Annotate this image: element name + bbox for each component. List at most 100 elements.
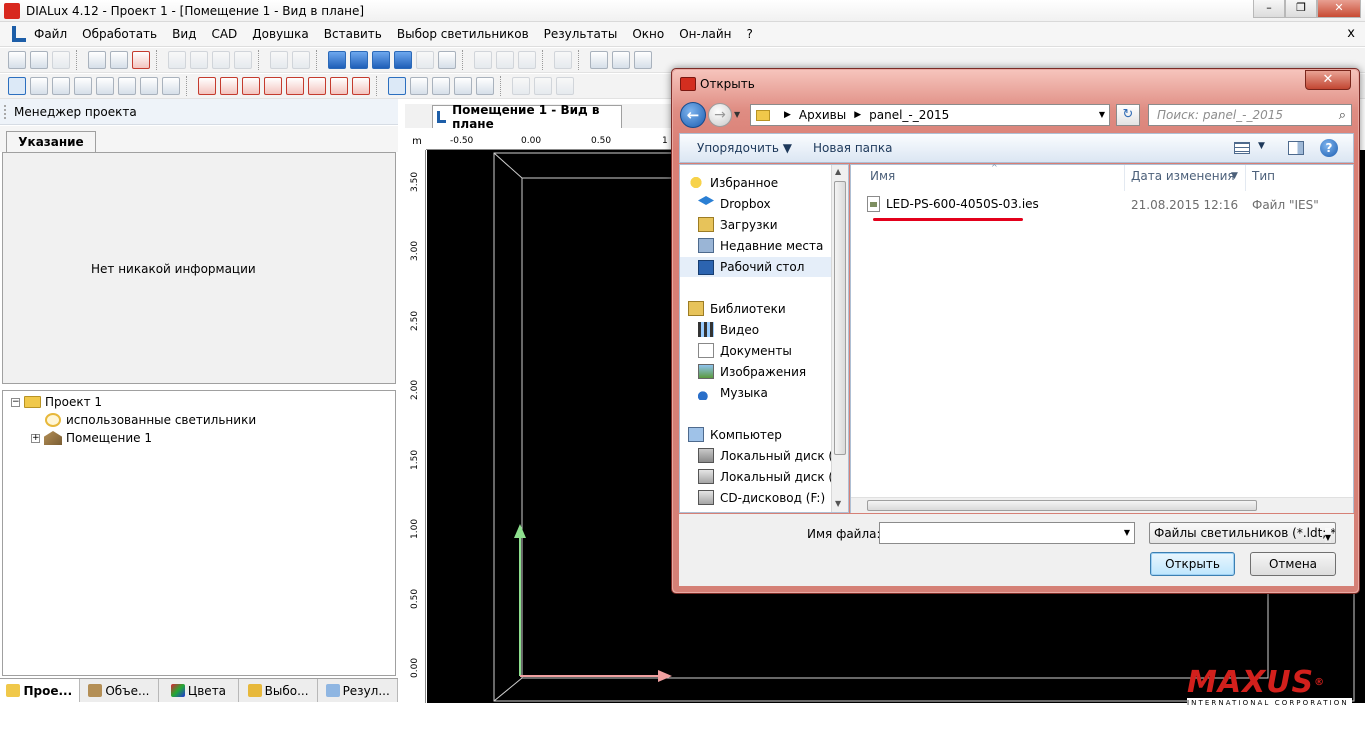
dxf-icon[interactable] [264,77,282,95]
calc-point-icon[interactable] [220,77,238,95]
calc-grid-icon[interactable] [198,77,216,95]
tree-item-used-luminaires[interactable]: использованные светильники [45,413,256,427]
address-dropdown[interactable]: ▼ [1099,110,1105,119]
search-input[interactable]: Поиск: panel_-_2015 ⌕ [1148,104,1352,126]
tab-plan-view[interactable]: Помещение 1 - Вид в плане [432,103,622,131]
views-icon[interactable] [1234,142,1250,154]
search-tool-icon[interactable] [140,77,158,95]
document-icon[interactable] [12,26,26,42]
save-icon[interactable] [52,51,70,69]
luminaire-select-icon[interactable] [30,77,48,95]
zoom-icon[interactable] [410,77,428,95]
collapse-icon[interactable]: − [11,397,20,407]
menu-window[interactable]: Окно [632,27,664,41]
insert-item-icon[interactable] [634,51,652,69]
arrange-tool-icon[interactable] [52,77,70,95]
view-3d-icon[interactable] [328,51,346,69]
select-tool-icon[interactable] [8,77,26,95]
refresh-button[interactable]: ↻ [1116,104,1140,126]
column-header-name[interactable]: Имя [870,169,895,183]
nav-recent-places[interactable]: Недавние места [698,238,823,253]
pan-hand-icon[interactable] [454,77,472,95]
nav-video[interactable]: Видео [698,322,759,337]
insert-object-icon[interactable] [590,51,608,69]
rotate-tool-icon[interactable] [96,77,114,95]
nav-dropbox[interactable]: Dropbox [698,196,771,211]
menu-edit[interactable]: Обработать [82,27,157,41]
filename-dropdown-icon[interactable]: ▼ [1124,528,1130,537]
print-preview-icon[interactable] [110,51,128,69]
menu-cad[interactable]: CAD [211,27,237,41]
nav-disk-c[interactable]: Локальный диск (С [698,448,841,463]
calc-area-icon[interactable] [242,77,260,95]
calc-mm-icon[interactable] [308,77,326,95]
nav-desktop[interactable]: Рабочий стол [680,257,832,277]
help-icon[interactable]: ? [1320,139,1338,157]
restore-button[interactable]: ❐ [1285,0,1317,18]
calc-ugr-icon[interactable] [330,77,348,95]
front-view-icon[interactable] [372,51,390,69]
tool-icon[interactable] [474,51,492,69]
nav-downloads[interactable]: Загрузки [698,217,778,232]
tree-item-room[interactable]: + Помещение 1 [31,431,152,445]
nav-documents[interactable]: Документы [698,343,792,358]
menu-view[interactable]: Вид [172,27,196,41]
menu-insert[interactable]: Вставить [324,27,382,41]
orbit-icon[interactable] [432,77,450,95]
forward-button[interactable]: → [708,103,732,127]
delete-icon[interactable] [234,51,252,69]
close-button[interactable]: ✕ [1317,0,1361,18]
filename-input[interactable]: ▼ [879,522,1135,544]
menu-results[interactable]: Результаты [544,27,618,41]
scroll-thumb[interactable] [834,181,846,455]
navigation-scrollbar[interactable]: ▲ ▼ [831,165,848,512]
tab-guidance[interactable]: Указание [6,131,96,153]
tab-project[interactable]: Прое... [0,679,80,702]
undo-icon[interactable] [270,51,288,69]
tab-luminaire-selection[interactable]: Выбо... [239,679,319,702]
render-icon[interactable] [556,77,574,95]
address-bar[interactable]: ▶ Архивы ▶ panel_-_2015 ▼ [750,104,1110,126]
column-header-date[interactable]: Дата изменения [1131,169,1235,183]
nav-music[interactable]: Музыка [698,385,768,400]
preview-pane-icon[interactable] [1288,141,1304,155]
file-list-hscrollbar[interactable] [851,497,1353,513]
nav-disk-d[interactable]: Локальный диск (D [698,469,842,484]
copy-icon[interactable] [190,51,208,69]
pdf-icon[interactable] [132,51,150,69]
back-button[interactable]: ← [680,102,706,128]
view-option-icon[interactable] [416,51,434,69]
column-header-type[interactable]: Тип [1252,169,1275,183]
tree-item-project[interactable]: − Проект 1 [11,395,102,409]
tab-results[interactable]: Резул... [318,679,398,702]
open-button[interactable]: Открыть [1150,552,1235,576]
expand-icon[interactable]: + [31,433,40,443]
breadcrumb-separator[interactable]: ▶ [784,110,791,120]
menu-help[interactable]: ? [747,27,753,41]
pointer-tool-icon[interactable] [118,77,136,95]
insert-luminaire-icon[interactable] [612,51,630,69]
zoom-extents-icon[interactable] [438,51,456,69]
calc-line-icon[interactable] [286,77,304,95]
menu-file[interactable]: Файл [34,27,67,41]
breadcrumb-separator[interactable]: ▶ [854,110,861,120]
panel-grip[interactable] [4,105,6,119]
side-view-icon[interactable] [394,51,412,69]
views-dropdown[interactable]: ▼ [1258,141,1265,151]
mdi-close-button[interactable]: x [1347,26,1355,41]
tab-objects[interactable]: Объе... [80,679,160,702]
calc-export-icon[interactable] [352,77,370,95]
pointer-icon[interactable] [388,77,406,95]
file-type-filter[interactable]: Файлы светильников (*.ldt; *.e ▼ [1149,522,1336,544]
render-icon[interactable] [512,77,530,95]
nav-images[interactable]: Изображения [698,364,806,379]
filter-dropdown-icon[interactable]: ▼ [1324,528,1331,543]
print-icon[interactable] [88,51,106,69]
tab-colors[interactable]: Цвета [159,679,239,702]
plan-view-icon[interactable] [350,51,368,69]
render-icon[interactable] [534,77,552,95]
nav-cd-drive[interactable]: CD-дисковод (F:) [698,490,825,505]
cut-icon[interactable] [168,51,186,69]
nav-favorites[interactable]: Избранное [688,175,778,190]
nav-libraries[interactable]: Библиотеки [688,301,786,316]
